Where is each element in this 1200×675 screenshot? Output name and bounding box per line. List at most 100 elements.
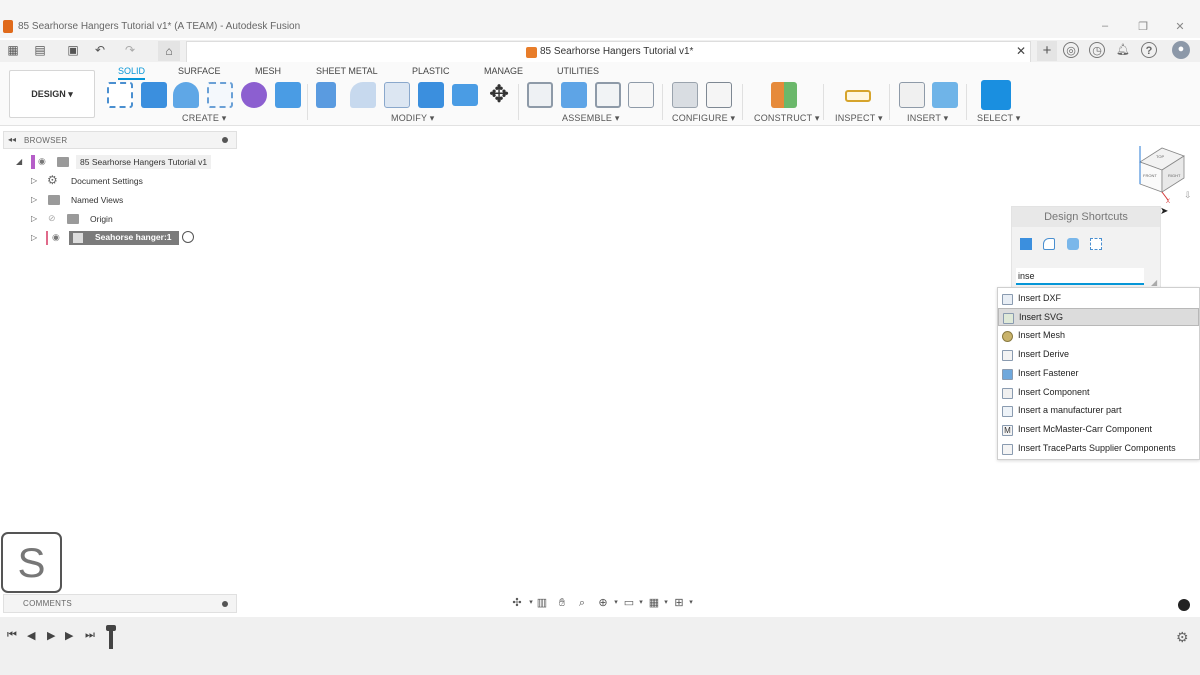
result-insert-component[interactable]: Insert Component <box>998 384 1199 402</box>
expand-arrow-icon[interactable]: ▷ <box>31 233 37 242</box>
browser-root-label[interactable]: 85 Searhorse Hangers Tutorial v1 <box>76 155 212 169</box>
browser-item-named-views[interactable]: Named Views <box>71 193 123 207</box>
timeline-settings-icon[interactable]: ⚙ <box>1176 629 1189 646</box>
construct-menu[interactable]: CONSTRUCT ▾ <box>754 113 820 124</box>
hidden-visibility-icon[interactable]: ⊘ <box>48 213 56 224</box>
revolve-icon[interactable] <box>173 82 199 108</box>
tab-plastic[interactable]: PLASTIC <box>412 66 450 76</box>
undo-icon[interactable]: ↶ <box>92 42 108 58</box>
insert-canvas-icon[interactable] <box>932 82 958 108</box>
extrude-icon[interactable] <box>141 82 167 108</box>
shell-icon[interactable] <box>384 82 410 108</box>
help-icon[interactable]: ? <box>1141 42 1157 58</box>
viewports-dropdown-icon[interactable]: ▾ <box>684 596 698 610</box>
modify-menu[interactable]: MODIFY ▾ <box>391 113 434 124</box>
step-forward-icon[interactable]: ▶︎ <box>65 629 73 642</box>
tab-sheet-metal[interactable]: SHEET METAL <box>316 66 378 76</box>
visibility-icon[interactable]: ◉ <box>52 232 60 243</box>
redo-icon[interactable]: ↷ <box>122 42 138 58</box>
offset-plane-icon[interactable] <box>771 82 797 108</box>
capture-status-icon[interactable] <box>1178 599 1190 611</box>
collapse-arrow-icon[interactable]: ◢ <box>16 157 22 166</box>
viewcube-menu-icon[interactable]: ⇩ <box>1184 190 1192 201</box>
create-form-icon[interactable] <box>241 82 267 108</box>
job-status-icon[interactable]: ◷ <box>1089 42 1105 58</box>
document-tab[interactable]: 85 Searhorse Hangers Tutorial v1* ✕ <box>186 41 1031 62</box>
file-icon[interactable]: ▤ <box>32 42 48 58</box>
zoom-icon[interactable]: ⌕ <box>575 596 589 610</box>
comments-add-icon[interactable] <box>222 601 228 607</box>
save-icon[interactable]: ▣ <box>65 42 81 58</box>
create-sketch-icon[interactable] <box>107 82 133 108</box>
close-window-button[interactable]: ✕ <box>1170 20 1190 33</box>
insert-menu[interactable]: INSERT ▾ <box>907 113 948 124</box>
expand-arrow-icon[interactable]: ▷ <box>31 195 37 204</box>
comments-panel-header[interactable]: COMMENTS <box>3 594 237 613</box>
browser-item-seahorse-hanger[interactable]: Seahorse hanger:1 <box>69 231 179 245</box>
pan-icon[interactable]: ✋︎ <box>555 596 569 610</box>
move-copy-icon[interactable]: ✥ <box>486 82 512 108</box>
zoom-window-icon[interactable]: ⊕ <box>596 596 610 610</box>
create-menu[interactable]: CREATE ▾ <box>182 113 226 124</box>
go-to-start-icon[interactable]: ⏮︎ <box>7 629 17 642</box>
expand-arrow-icon[interactable]: ▷ <box>31 176 37 185</box>
joint-icon[interactable] <box>561 82 587 108</box>
orbit-icon[interactable]: ✣ <box>510 596 524 610</box>
combine-icon[interactable] <box>418 82 444 108</box>
split-body-icon[interactable] <box>452 84 478 106</box>
workspace-switcher[interactable]: DESIGN ▾ <box>9 70 95 118</box>
grid-menu-icon[interactable]: ▦ <box>5 42 21 58</box>
tab-mesh[interactable]: MESH <box>255 66 281 76</box>
home-icon[interactable]: ⌂ <box>158 41 180 61</box>
bill-of-materials-icon[interactable] <box>628 82 654 108</box>
result-insert-svg[interactable]: Insert SVG <box>998 308 1199 326</box>
result-insert-traceparts[interactable]: Insert TraceParts Supplier Components <box>998 440 1199 458</box>
shortcut-fillet-icon[interactable] <box>1043 238 1055 250</box>
activate-radio-icon[interactable] <box>182 231 194 243</box>
select-menu[interactable]: SELECT ▾ <box>977 113 1020 124</box>
browser-item-origin[interactable]: Origin <box>90 212 113 226</box>
inspect-menu[interactable]: INSPECT ▾ <box>835 113 883 124</box>
result-insert-mcmaster-carr[interactable]: M Insert McMaster-Carr Component <box>998 421 1199 439</box>
select-icon[interactable] <box>981 80 1011 110</box>
configure-icon[interactable] <box>672 82 698 108</box>
close-tab-icon[interactable]: ✕ <box>1016 44 1026 58</box>
expand-arrow-icon[interactable]: ▷ <box>31 214 37 223</box>
result-insert-dxf[interactable]: Insert DXF <box>998 290 1199 308</box>
extensions-icon[interactable]: ◎ <box>1063 42 1079 58</box>
measure-icon[interactable] <box>845 90 871 102</box>
browser-item-document-settings[interactable]: Document Settings <box>71 174 143 188</box>
maximize-button[interactable]: ❐ <box>1133 20 1153 33</box>
grid-dropdown-icon[interactable]: ▾ <box>659 596 673 610</box>
timeline-marker[interactable] <box>106 625 116 649</box>
shortcut-extrude-icon[interactable] <box>1020 238 1032 250</box>
insert-derive-icon[interactable] <box>899 82 925 108</box>
fillet-icon[interactable] <box>350 82 376 108</box>
step-back-icon[interactable]: ◀︎ <box>27 629 35 642</box>
new-tab-icon[interactable]: + <box>1037 41 1057 61</box>
user-avatar-icon[interactable]: ● <box>1172 41 1190 59</box>
sweep-icon[interactable] <box>207 82 233 108</box>
shortcut-search-input[interactable] <box>1016 268 1144 285</box>
configure-menu[interactable]: CONFIGURE ▾ <box>672 113 735 124</box>
tab-utilities[interactable]: UTILITIES <box>557 66 599 76</box>
result-insert-mesh[interactable]: Insert Mesh <box>998 327 1199 345</box>
tab-surface[interactable]: SURFACE <box>178 66 221 76</box>
notifications-icon[interactable]: 🔔︎ <box>1115 42 1131 58</box>
result-insert-fastener[interactable]: Insert Fastener <box>998 365 1199 383</box>
new-component-icon[interactable] <box>527 82 553 108</box>
collapse-icon[interactable]: ◂◂ <box>8 135 16 144</box>
resize-grip-icon[interactable]: ◢ <box>1151 278 1157 287</box>
go-to-end-icon[interactable]: ⏭︎ <box>85 629 95 642</box>
configuration-table-icon[interactable] <box>706 82 732 108</box>
tab-manage[interactable]: MANAGE <box>484 66 523 76</box>
display-dropdown-icon[interactable]: ▾ <box>634 596 648 610</box>
box-icon[interactable] <box>275 82 301 108</box>
shortcut-sketch-icon[interactable] <box>1090 238 1102 250</box>
visibility-icon[interactable]: ◉ <box>38 156 46 167</box>
zoom-dropdown-icon[interactable]: ▾ <box>609 596 623 610</box>
assemble-menu[interactable]: ASSEMBLE ▾ <box>562 113 620 124</box>
pin-icon[interactable] <box>222 137 228 143</box>
shortcut-combine-icon[interactable] <box>1067 238 1079 250</box>
as-built-joint-icon[interactable] <box>595 82 621 108</box>
